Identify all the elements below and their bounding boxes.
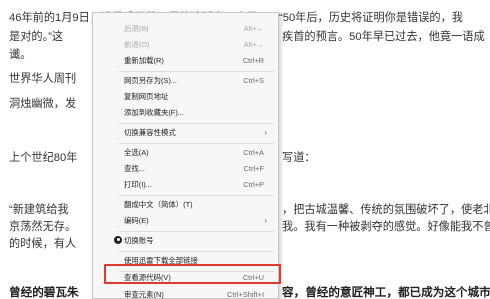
menu-separator <box>119 251 274 252</box>
context-menu: 后退(B) Alt+← 前进(O) Alt+→ 重新加载(R) Ctrl+R 网… <box>92 12 279 299</box>
menu-item-label: 后退(B) <box>124 24 149 33</box>
article-line: 的时候，有人 <box>9 238 77 250</box>
article-line-right: “50年后，历史将证明你是错误的，我 <box>279 12 463 24</box>
menu-separator <box>119 123 274 124</box>
article-line-right: 容，曾经的意匠神工，都已成为这个城市的 <box>282 286 490 299</box>
article-line-right: 我。我有一种被剥夺的感觉。好像能我不曾 <box>282 221 490 233</box>
article-line-right: 疾首的预言。50年早已过去，他竟一语成 <box>282 31 485 43</box>
menu-item-label: 审查元素(N) <box>124 290 164 299</box>
article-line: 洞烛幽微，发 <box>9 98 77 110</box>
submenu-arrow-icon: › <box>264 216 267 225</box>
menu-item-label: 编码(E) <box>124 216 149 225</box>
menu-separator <box>119 231 274 232</box>
menu-item-label: 切换兼容性模式 <box>124 128 176 137</box>
menu-item-shortcut: Alt+→ <box>243 40 264 49</box>
menu-item-label: 全选(A) <box>124 148 149 157</box>
menu-item-label: 复制网页地址 <box>124 92 169 101</box>
menu-item-save-page-as[interactable]: 网页另存为(S)... Ctrl+S <box>93 74 278 87</box>
menu-item-inspect-element[interactable]: 审查元素(N) Ctrl+Shift+I <box>93 288 278 299</box>
menu-separator <box>119 195 274 196</box>
menu-item-copy-page-url[interactable]: 复制网页地址 <box>93 90 278 103</box>
menu-separator <box>119 143 274 144</box>
menu-item-translate[interactable]: 翻成中文（简体）(T) <box>93 198 278 211</box>
article-line: 曾经的碧瓦朱 <box>9 286 79 299</box>
menu-item-reload[interactable]: 重新加载(R) Ctrl+R <box>93 54 278 67</box>
article-line: 是对的。”这 <box>9 31 64 43</box>
menu-item-shortcut: Ctrl+S <box>243 76 264 85</box>
menu-item-add-to-favorites[interactable]: 添加到收藏夹(F)... <box>93 106 278 119</box>
menu-item-back[interactable]: 后退(B) Alt+← <box>93 22 278 35</box>
menu-item-shortcut: Ctrl+R <box>242 56 264 65</box>
menu-item-shortcut: Ctrl+F <box>243 164 264 173</box>
menu-item-forward[interactable]: 前进(O) Alt+→ <box>93 38 278 51</box>
menu-item-label: 网页另存为(S)... <box>124 76 177 85</box>
menu-item-find[interactable]: 查找... Ctrl+F <box>93 162 278 175</box>
menu-item-label: 查找... <box>124 164 145 173</box>
article-line: 上个世纪80年 <box>9 152 78 164</box>
submenu-arrow-icon: › <box>264 128 267 137</box>
article-line: 世界华人周刊 <box>9 73 77 85</box>
article-line: “新建筑给我 <box>9 204 69 216</box>
menu-item-label: 翻成中文（简体）(T) <box>124 200 193 209</box>
article-line: 谶。 <box>9 49 32 61</box>
article-line-right: ，把古城温馨、传统的氛围破坏了，使老北 <box>282 204 490 216</box>
menu-item-label: 前进(O) <box>124 40 150 49</box>
menu-item-label: 切换账号 <box>124 236 154 245</box>
menu-item-shortcut: Ctrl+Shift+I <box>227 290 264 299</box>
menu-item-shortcut: Ctrl+P <box>243 180 264 189</box>
menu-item-shortcut: Ctrl+A <box>243 148 264 157</box>
menu-item-encoding[interactable]: 编码(E) › <box>93 214 278 227</box>
account-switch-icon <box>114 236 122 244</box>
menu-item-select-all[interactable]: 全选(A) Ctrl+A <box>93 146 278 159</box>
menu-item-shortcut: Alt+← <box>243 24 264 33</box>
article-line: 京荡然无存。 <box>9 221 77 233</box>
menu-item-switch-account[interactable]: 切换账号 <box>93 234 278 247</box>
menu-item-compatibility-mode[interactable]: 切换兼容性模式 › <box>93 126 278 139</box>
article-line-right: 写道： <box>282 152 316 164</box>
menu-item-label: 添加到收藏夹(F)... <box>124 108 184 117</box>
menu-item-label: 重新加载(R) <box>124 56 164 65</box>
menu-separator <box>119 71 274 72</box>
menu-item-label: 打印(I)... <box>124 180 152 189</box>
menu-item-print[interactable]: 打印(I)... Ctrl+P <box>93 178 278 191</box>
view-source-highlight-box <box>104 264 281 284</box>
